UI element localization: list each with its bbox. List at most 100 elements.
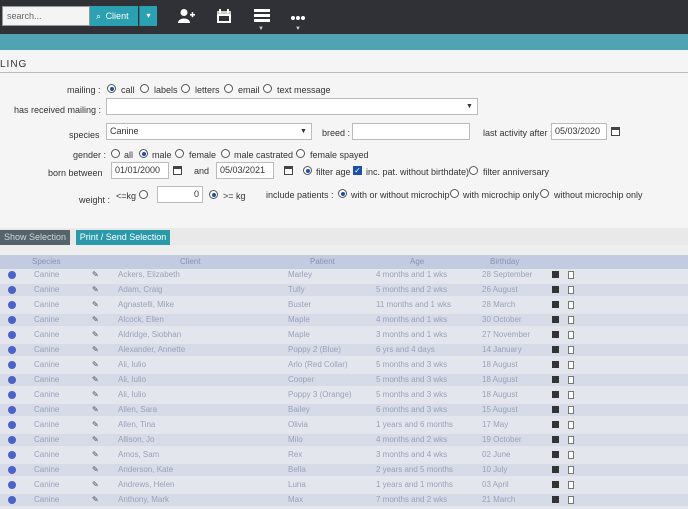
filter-age-radio[interactable] (303, 166, 312, 175)
document-icon[interactable] (568, 421, 574, 429)
record-icon[interactable] (552, 481, 559, 488)
table-row[interactable]: ✎ Canine Ackers, Elizabeth Marley 4 months a… (0, 269, 688, 281)
document-icon[interactable] (568, 466, 574, 474)
microchip-with-radio[interactable] (450, 189, 459, 198)
mailing-email-label: email (238, 85, 260, 95)
mailing-labels-radio[interactable] (140, 84, 149, 93)
table-row[interactable]: ✎ Canine Andrews, Helen Luna 1 years and 1 m… (0, 479, 688, 491)
header-patient[interactable]: Patient (310, 257, 335, 266)
calendar-icon[interactable] (611, 127, 620, 136)
table-cell: Ali, Iulio (118, 360, 147, 369)
weight-input[interactable]: 0 (157, 186, 203, 203)
list-icon[interactable] (252, 8, 272, 26)
microchip-without-radio[interactable] (540, 189, 549, 198)
record-icon[interactable] (552, 496, 559, 503)
table-row[interactable]: ✎ Canine Agnastelli, Mike Buster 11 months a… (0, 299, 688, 311)
weight-gt-radio[interactable] (209, 190, 218, 199)
table-cell: Canine (34, 330, 60, 339)
table-row[interactable]: ✎ Canine Allen, Tina Olivia 1 years and 6 mo… (0, 419, 688, 431)
header-client[interactable]: Client (180, 257, 200, 266)
table-row[interactable]: ✎ Canine Alcock, Ellen Maple 4 months and 1 … (0, 314, 688, 326)
record-icon[interactable] (552, 286, 559, 293)
last-activity-input[interactable]: 05/03/2020 (551, 123, 607, 140)
document-icon[interactable] (568, 391, 574, 399)
filter-anniversary-radio[interactable] (469, 166, 478, 175)
record-icon[interactable] (552, 346, 559, 353)
record-icon[interactable] (552, 391, 559, 398)
table-row[interactable]: ✎ Canine Anthony, Mark Max 7 months and 2 wk… (0, 494, 688, 506)
table-cell: 02 June (482, 450, 511, 459)
print-send-selection-button[interactable]: Print / Send Selection (76, 230, 170, 245)
gender-male-castrated-radio[interactable] (221, 149, 230, 158)
record-icon[interactable] (552, 271, 559, 278)
table-row[interactable]: ✎ Canine Adam, Craig Tully 5 months and 2 wk… (0, 284, 688, 296)
inc-pat-checkbox[interactable]: ✓ (353, 166, 362, 175)
table-cell: Canine (34, 315, 60, 324)
microchip-any-radio[interactable] (338, 189, 347, 198)
breed-input[interactable] (352, 123, 470, 140)
table-cell: Allison, Jo (118, 435, 155, 444)
client-dropdown-chevron-icon[interactable]: ▾ (139, 6, 157, 26)
table-row[interactable]: ✎ Canine Anderson, Kate Bella 2 years and 5 … (0, 464, 688, 476)
mailing-text-radio[interactable] (263, 84, 272, 93)
record-icon[interactable] (552, 451, 559, 458)
document-icon[interactable] (568, 361, 574, 369)
mailing-letters-radio[interactable] (181, 84, 190, 93)
table-row[interactable]: ✎ Canine Aldridge, Siobhan Maple 3 months an… (0, 329, 688, 341)
species-select[interactable]: Canine (106, 123, 312, 140)
document-icon[interactable] (568, 316, 574, 324)
more-icon[interactable] (288, 8, 308, 26)
calendar-icon[interactable] (173, 166, 182, 175)
gender-female-spayed-radio[interactable] (296, 149, 305, 158)
document-icon[interactable] (568, 451, 574, 459)
document-icon[interactable] (568, 346, 574, 354)
document-icon[interactable] (568, 481, 574, 489)
record-icon[interactable] (552, 331, 559, 338)
document-icon[interactable] (568, 496, 574, 504)
mailing-email-radio[interactable] (224, 84, 233, 93)
add-user-icon[interactable] (176, 8, 196, 26)
gender-female-radio[interactable] (175, 149, 184, 158)
record-icon[interactable] (552, 406, 559, 413)
table-row[interactable]: ✎ Canine Amos, Sam Rex 3 months and 4 wks 02 … (0, 449, 688, 461)
record-icon[interactable] (552, 436, 559, 443)
document-icon[interactable] (568, 286, 574, 294)
born-and-label: and (194, 166, 210, 176)
received-mailing-select[interactable] (106, 98, 478, 115)
record-icon[interactable] (552, 466, 559, 473)
table-cell: Luna (288, 480, 306, 489)
table-row[interactable]: ✎ Canine Allison, Jo Milo 4 months and 2 wks… (0, 434, 688, 446)
calendar-icon[interactable] (284, 166, 293, 175)
document-icon[interactable] (568, 436, 574, 444)
client-button[interactable]: ⌕ Client (90, 6, 138, 26)
record-icon[interactable] (552, 421, 559, 428)
search-input[interactable]: search... (2, 6, 90, 26)
record-icon[interactable] (552, 301, 559, 308)
record-icon[interactable] (552, 361, 559, 368)
header-birthday[interactable]: Birthday (490, 257, 519, 266)
document-icon[interactable] (568, 271, 574, 279)
document-icon[interactable] (568, 301, 574, 309)
calendar-icon[interactable] (214, 8, 234, 26)
document-icon[interactable] (568, 331, 574, 339)
table-row[interactable]: ✎ Canine Ali, Iulio Poppy 3 (Orange) 5 month… (0, 389, 688, 401)
document-icon[interactable] (568, 406, 574, 414)
weight-lt-radio[interactable] (139, 190, 148, 199)
table-row[interactable]: ✎ Canine Ali, Iulio Arlo (Red Collar) 5 mont… (0, 359, 688, 371)
header-species[interactable]: Species (32, 257, 60, 266)
record-icon[interactable] (552, 316, 559, 323)
born-from-input[interactable]: 01/01/2000 (111, 162, 169, 179)
table-cell: 3 months and 1 wks (376, 330, 448, 339)
header-age[interactable]: Age (410, 257, 424, 266)
gender-male-radio[interactable] (139, 149, 148, 158)
table-row[interactable]: ✎ Canine Alexander, Annette Poppy 2 (Blue) 6… (0, 344, 688, 356)
table-cell: Milo (288, 435, 303, 444)
born-to-input[interactable]: 05/03/2021 (216, 162, 274, 179)
mailing-call-radio[interactable] (107, 84, 116, 93)
record-icon[interactable] (552, 376, 559, 383)
gender-all-radio[interactable] (111, 149, 120, 158)
document-icon[interactable] (568, 376, 574, 384)
table-row[interactable]: ✎ Canine Allen, Sara Bailey 6 months and 3 w… (0, 404, 688, 416)
show-selection-button[interactable]: Show Selection (0, 230, 70, 245)
table-row[interactable]: ✎ Canine Ali, Iulio Cooper 5 months and 3 wk… (0, 374, 688, 386)
